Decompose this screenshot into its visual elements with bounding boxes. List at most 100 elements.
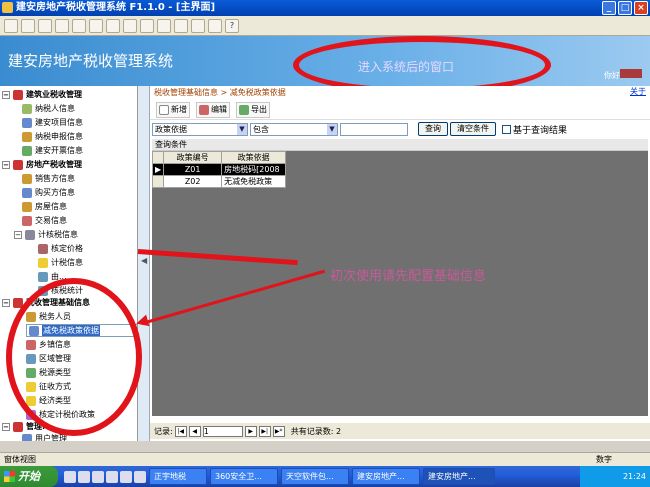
column-header[interactable]: 政策编号: [163, 151, 223, 164]
node-icon: [22, 131, 32, 142]
tree-item-calcinfo[interactable]: 计税信息: [38, 256, 83, 269]
record-number-input[interactable]: 1: [202, 425, 243, 437]
filter-icon[interactable]: [157, 18, 171, 33]
taskbar-item[interactable]: 建安房地产...: [352, 468, 420, 485]
save-icon[interactable]: [21, 18, 35, 33]
node-icon: [38, 271, 48, 282]
table-cell[interactable]: 房地税码[2008: [221, 163, 287, 176]
prev-record-icon[interactable]: ◀: [188, 425, 201, 437]
tree-item-seller[interactable]: 销售方信息: [22, 172, 75, 185]
field-select[interactable]: 政策依据 ▼: [152, 122, 248, 136]
collapse-arrow-icon[interactable]: ◀: [141, 256, 147, 265]
edit-button[interactable]: 编辑: [196, 101, 230, 118]
query-button[interactable]: 查询: [418, 122, 448, 136]
table-row[interactable]: Z02 无减免税政策: [151, 175, 287, 188]
export-button[interactable]: 导出: [236, 101, 270, 118]
action-bar: 新增 编辑 导出: [150, 100, 650, 120]
undo-icon[interactable]: [123, 18, 137, 33]
tree-item-house[interactable]: 房屋信息: [22, 200, 67, 213]
table-row[interactable]: ▶ Z01 房地税码[2008: [151, 163, 287, 176]
quick-launch: [64, 470, 146, 483]
minimize-button[interactable]: _: [602, 1, 616, 15]
clear-button[interactable]: 清空条件: [450, 122, 496, 136]
tree-group-realestate[interactable]: − 房地产税收管理: [2, 158, 82, 171]
base-on-results-checkbox[interactable]: [502, 124, 511, 134]
sort-icon[interactable]: [140, 18, 154, 33]
add-button[interactable]: 新增: [156, 101, 190, 118]
tree-item-buyer[interactable]: 购买方信息: [22, 186, 75, 199]
tree-group-calc[interactable]: − 计核税信息: [14, 228, 78, 241]
quicklaunch-icon[interactable]: [134, 470, 146, 483]
node-icon: [22, 173, 32, 184]
pane-splitter[interactable]: ◀: [138, 86, 150, 441]
window-titlebar: 建安房地产税收管理系统 F1.1.0 - [主界面] _ □ ×: [0, 0, 650, 16]
find-icon[interactable]: [174, 18, 188, 33]
cut-icon[interactable]: [72, 18, 86, 33]
about-link[interactable]: 关于: [630, 86, 646, 97]
node-icon: [38, 257, 48, 268]
redacted-username: [620, 69, 642, 78]
delete-icon[interactable]: [191, 18, 205, 33]
next-record-icon[interactable]: ▶: [244, 425, 257, 437]
data-grid: 政策编号 政策依据 ▶ Z01 房地税码[2008 Z02 无减免税政策: [151, 151, 287, 188]
quicklaunch-icon[interactable]: [120, 470, 132, 483]
operator-select[interactable]: 包含 ▼: [250, 122, 338, 136]
user-icon: [22, 433, 32, 441]
tree-item-project[interactable]: 建安项目信息: [22, 116, 83, 129]
clock: 21:24: [622, 472, 646, 481]
taskbar-item[interactable]: 360安全卫...: [210, 468, 278, 485]
chevron-down-icon: ▼: [327, 123, 337, 135]
quicklaunch-icon[interactable]: [64, 470, 76, 483]
folder-icon: [13, 421, 23, 432]
tree-item-taxpayer[interactable]: 纳税人信息: [22, 102, 75, 115]
new-record-icon[interactable]: ▶*: [272, 425, 285, 437]
quicklaunch-icon[interactable]: [78, 470, 90, 483]
record-navigator: 记录: |◀ ◀ 1 ▶ ▶| ▶* 共有记录数: 2: [150, 423, 650, 439]
node-icon: [38, 243, 48, 254]
app-title: 建安房地产税收管理系统: [8, 52, 174, 70]
row-header: [151, 175, 165, 188]
quicklaunch-icon[interactable]: [92, 470, 104, 483]
table-cell[interactable]: Z02: [163, 175, 223, 188]
folder-icon: [25, 229, 35, 240]
row-header-corner: [151, 151, 165, 164]
tree-item-declare[interactable]: 纳税申报信息: [22, 130, 83, 143]
windows-logo-icon: [4, 471, 15, 482]
paste-icon[interactable]: [106, 18, 120, 33]
node-icon: [22, 117, 32, 128]
numlock-indicator: 数字: [596, 455, 612, 464]
annotation-note: 初次使用请先配置基础信息: [330, 269, 487, 284]
new-doc-icon: [159, 104, 169, 115]
value-input[interactable]: [340, 122, 408, 136]
maximize-button[interactable]: □: [618, 1, 632, 15]
folder-icon: [13, 89, 23, 100]
quicklaunch-icon[interactable]: [106, 470, 118, 483]
record-count: 共有记录数: 2: [290, 426, 342, 436]
close-button[interactable]: ×: [634, 1, 648, 15]
taskbar-item[interactable]: 天空软件包...: [281, 468, 349, 485]
table-cell[interactable]: Z01: [163, 163, 223, 176]
window-icon[interactable]: [208, 18, 222, 33]
column-header[interactable]: 政策依据: [221, 151, 287, 164]
preview-icon[interactable]: [55, 18, 69, 33]
start-button[interactable]: 开始: [0, 466, 58, 487]
first-record-icon[interactable]: |◀: [174, 425, 187, 437]
toolbar-icon[interactable]: [4, 18, 18, 33]
help-icon[interactable]: ?: [225, 18, 239, 33]
chevron-down-icon: ▼: [237, 123, 247, 135]
tree-item-trade[interactable]: 交易信息: [22, 214, 67, 227]
node-icon: [22, 201, 32, 212]
tree-item-price[interactable]: 核定价格: [38, 242, 83, 255]
app-icon: [2, 2, 13, 13]
tree-item-invoice[interactable]: 建安开票信息: [22, 144, 83, 157]
copy-icon[interactable]: [89, 18, 103, 33]
folder-icon: [13, 159, 23, 170]
main-panel: 税收管理基础信息 > 减免税政策依据 关于 新增 编辑 导出 政策依据 ▼ 包含 ▼…: [150, 86, 650, 441]
record-label: 记录:: [154, 426, 173, 436]
print-icon[interactable]: [38, 18, 52, 33]
taskbar-item-active[interactable]: 建安房地产...: [423, 468, 495, 485]
tree-group-construction[interactable]: − 建筑业税收管理: [2, 88, 82, 101]
last-record-icon[interactable]: ▶|: [258, 425, 271, 437]
taskbar-item[interactable]: 正宇地税: [149, 468, 207, 485]
table-cell[interactable]: 无减免税政策: [221, 175, 287, 188]
